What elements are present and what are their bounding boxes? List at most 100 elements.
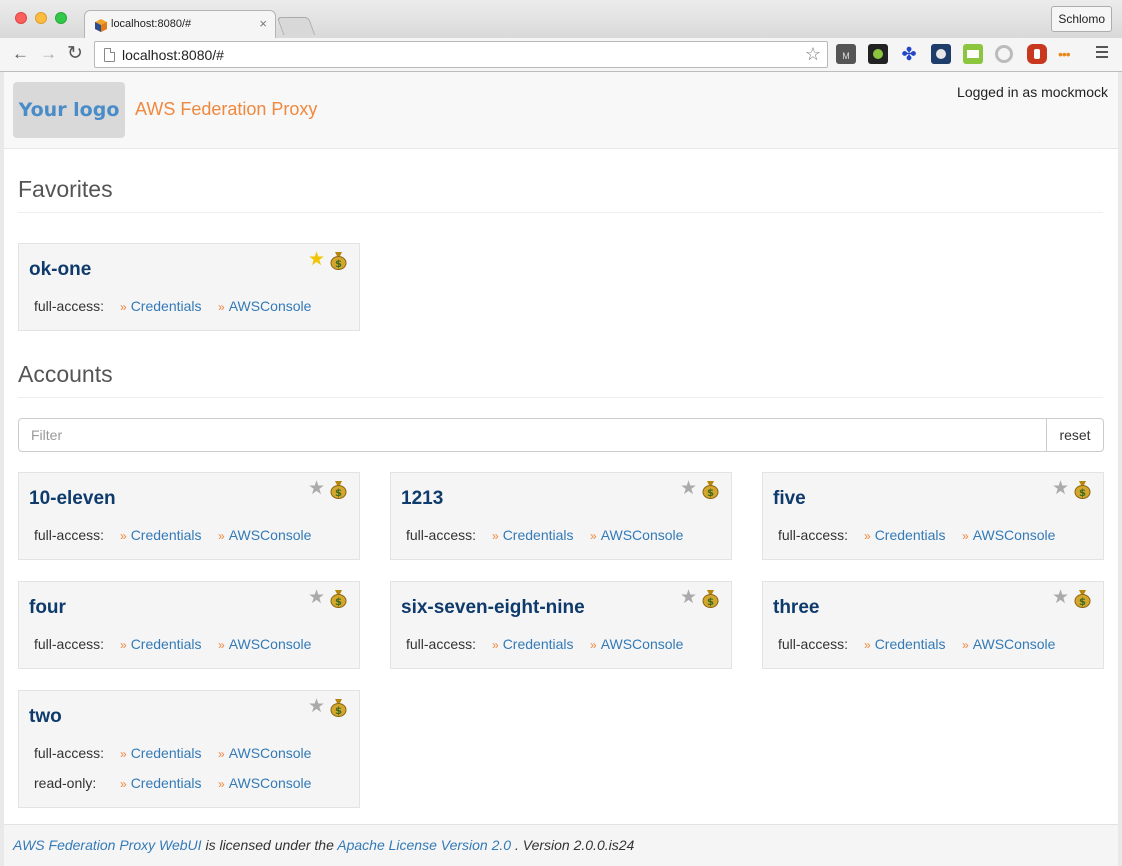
extension-m-icon[interactable]: M bbox=[836, 44, 856, 64]
tab-close-icon[interactable]: × bbox=[259, 16, 267, 31]
svg-text:$: $ bbox=[335, 597, 342, 608]
money-bag-icon[interactable]: $ bbox=[1074, 588, 1091, 608]
page-icon bbox=[104, 48, 115, 62]
extension-ring-icon[interactable] bbox=[995, 45, 1013, 63]
logo[interactable]: Your logo bbox=[13, 82, 125, 138]
money-bag-icon[interactable]: $ bbox=[1074, 479, 1091, 499]
aws-console-link[interactable]: » AWSConsole bbox=[218, 775, 311, 791]
aws-console-link[interactable]: » AWSConsole bbox=[590, 527, 683, 543]
browser-titlebar: localhost:8080/# × Schlomo bbox=[0, 0, 1122, 39]
url-text[interactable]: localhost:8080/# bbox=[122, 47, 224, 63]
raquo-icon: » bbox=[962, 638, 969, 652]
favorites-divider bbox=[18, 212, 1103, 213]
console-label: AWSConsole bbox=[228, 636, 312, 652]
close-window-button[interactable] bbox=[15, 12, 27, 24]
favorite-star-icon[interactable]: ★ bbox=[1052, 587, 1069, 609]
reset-button[interactable]: reset bbox=[1046, 418, 1104, 452]
browser-tab[interactable]: localhost:8080/# × bbox=[84, 10, 276, 39]
money-bag-icon[interactable]: $ bbox=[330, 697, 347, 717]
extension-moon-icon[interactable] bbox=[931, 44, 951, 64]
favorite-star-icon[interactable]: ★ bbox=[308, 478, 325, 500]
account-card: 10-eleven ★ $ full-access:» Credentials» AWSC… bbox=[18, 472, 360, 560]
console-label: AWSConsole bbox=[228, 745, 312, 761]
account-card: three ★ $ full-access:» Credentials» AWSConso… bbox=[762, 581, 1104, 669]
extension-green-dot-icon[interactable] bbox=[868, 44, 888, 64]
account-card: two ★ $ full-access:» Credentials» AWSConsole… bbox=[18, 690, 360, 808]
accounts-heading: Accounts bbox=[18, 361, 113, 387]
credentials-link[interactable]: » Credentials bbox=[120, 636, 202, 652]
account-name: three bbox=[773, 597, 820, 618]
license-link[interactable]: Apache License Version 2.0 bbox=[337, 837, 511, 853]
back-arrow-icon[interactable]: ← bbox=[12, 44, 29, 64]
zoom-window-button[interactable] bbox=[55, 12, 67, 24]
credentials-link[interactable]: » Credentials bbox=[492, 636, 574, 652]
favorites-heading: Favorites bbox=[18, 176, 113, 202]
raquo-icon: » bbox=[962, 529, 969, 543]
money-bag-icon[interactable]: $ bbox=[330, 250, 347, 270]
svg-text:$: $ bbox=[1079, 597, 1086, 608]
brand-title[interactable]: AWS Federation Proxy bbox=[135, 99, 317, 120]
svg-text:$: $ bbox=[335, 488, 342, 499]
project-link[interactable]: AWS Federation Proxy WebUI bbox=[13, 837, 202, 853]
console-label: AWSConsole bbox=[600, 636, 684, 652]
credentials-link[interactable]: » Credentials bbox=[120, 527, 202, 543]
aws-console-link[interactable]: » AWSConsole bbox=[218, 745, 311, 761]
profile-button[interactable]: Schlomo bbox=[1051, 6, 1112, 32]
address-bar[interactable]: localhost:8080/# ☆ bbox=[94, 41, 828, 68]
raquo-icon: » bbox=[590, 529, 597, 543]
favorite-star-icon[interactable]: ★ bbox=[308, 249, 325, 271]
credentials-label: Credentials bbox=[874, 636, 946, 652]
raquo-icon: » bbox=[120, 777, 127, 791]
new-tab-button[interactable] bbox=[276, 17, 316, 35]
credentials-label: Credentials bbox=[874, 527, 946, 543]
aws-console-link[interactable]: » AWSConsole bbox=[218, 527, 311, 543]
role-name: full-access: bbox=[778, 527, 849, 543]
raquo-icon: » bbox=[590, 638, 597, 652]
aws-console-link[interactable]: » AWSConsole bbox=[218, 298, 311, 314]
navbar: Your logo AWS Federation Proxy Logged in… bbox=[4, 72, 1118, 149]
credentials-link[interactable]: » Credentials bbox=[864, 527, 946, 543]
account-card: five ★ $ full-access:» Credentials» AWSConsol… bbox=[762, 472, 1104, 560]
role-name: read-only: bbox=[34, 775, 97, 791]
extension-printer-icon[interactable] bbox=[963, 44, 983, 64]
extension-dots-icon[interactable]: ••• bbox=[1058, 44, 1078, 64]
account-name: two bbox=[29, 706, 62, 727]
favorite-star-icon[interactable]: ★ bbox=[680, 478, 697, 500]
extension-paw-icon[interactable]: ✤ bbox=[899, 44, 919, 64]
filter-input[interactable] bbox=[18, 418, 1047, 452]
bookmark-star-icon[interactable]: ☆ bbox=[805, 44, 821, 65]
extension-shield-icon[interactable] bbox=[1027, 44, 1047, 64]
aws-console-link[interactable]: » AWSConsole bbox=[218, 636, 311, 652]
aws-console-link[interactable]: » AWSConsole bbox=[590, 636, 683, 652]
credentials-link[interactable]: » Credentials bbox=[120, 298, 202, 314]
account-name: 10-eleven bbox=[29, 488, 116, 509]
favorite-star-icon[interactable]: ★ bbox=[1052, 478, 1069, 500]
account-card: ok-one ★ $ full-access:» Credentials» AWSCons… bbox=[18, 243, 360, 331]
aws-console-link[interactable]: » AWSConsole bbox=[962, 636, 1055, 652]
money-bag-icon[interactable]: $ bbox=[330, 479, 347, 499]
credentials-label: Credentials bbox=[502, 527, 574, 543]
favorite-star-icon[interactable]: ★ bbox=[680, 587, 697, 609]
filter-group: reset bbox=[18, 418, 1104, 452]
credentials-link[interactable]: » Credentials bbox=[120, 775, 202, 791]
money-bag-icon[interactable]: $ bbox=[330, 588, 347, 608]
credentials-link[interactable]: » Credentials bbox=[864, 636, 946, 652]
raquo-icon: » bbox=[218, 529, 225, 543]
credentials-label: Credentials bbox=[130, 527, 202, 543]
forward-arrow-icon[interactable]: → bbox=[40, 44, 57, 64]
role-name: full-access: bbox=[34, 636, 105, 652]
credentials-link[interactable]: » Credentials bbox=[120, 745, 202, 761]
minimize-window-button[interactable] bbox=[35, 12, 47, 24]
account-name: ok-one bbox=[29, 259, 92, 280]
money-bag-icon[interactable]: $ bbox=[702, 479, 719, 499]
money-bag-icon[interactable]: $ bbox=[702, 588, 719, 608]
raquo-icon: » bbox=[120, 300, 127, 314]
favorite-star-icon[interactable]: ★ bbox=[308, 587, 325, 609]
credentials-label: Credentials bbox=[502, 636, 574, 652]
reload-icon[interactable]: ↻ bbox=[67, 44, 83, 64]
aws-console-link[interactable]: » AWSConsole bbox=[962, 527, 1055, 543]
favorite-star-icon[interactable]: ★ bbox=[308, 696, 325, 718]
console-label: AWSConsole bbox=[972, 527, 1056, 543]
credentials-link[interactable]: » Credentials bbox=[492, 527, 574, 543]
browser-menu-icon[interactable] bbox=[1096, 46, 1108, 61]
